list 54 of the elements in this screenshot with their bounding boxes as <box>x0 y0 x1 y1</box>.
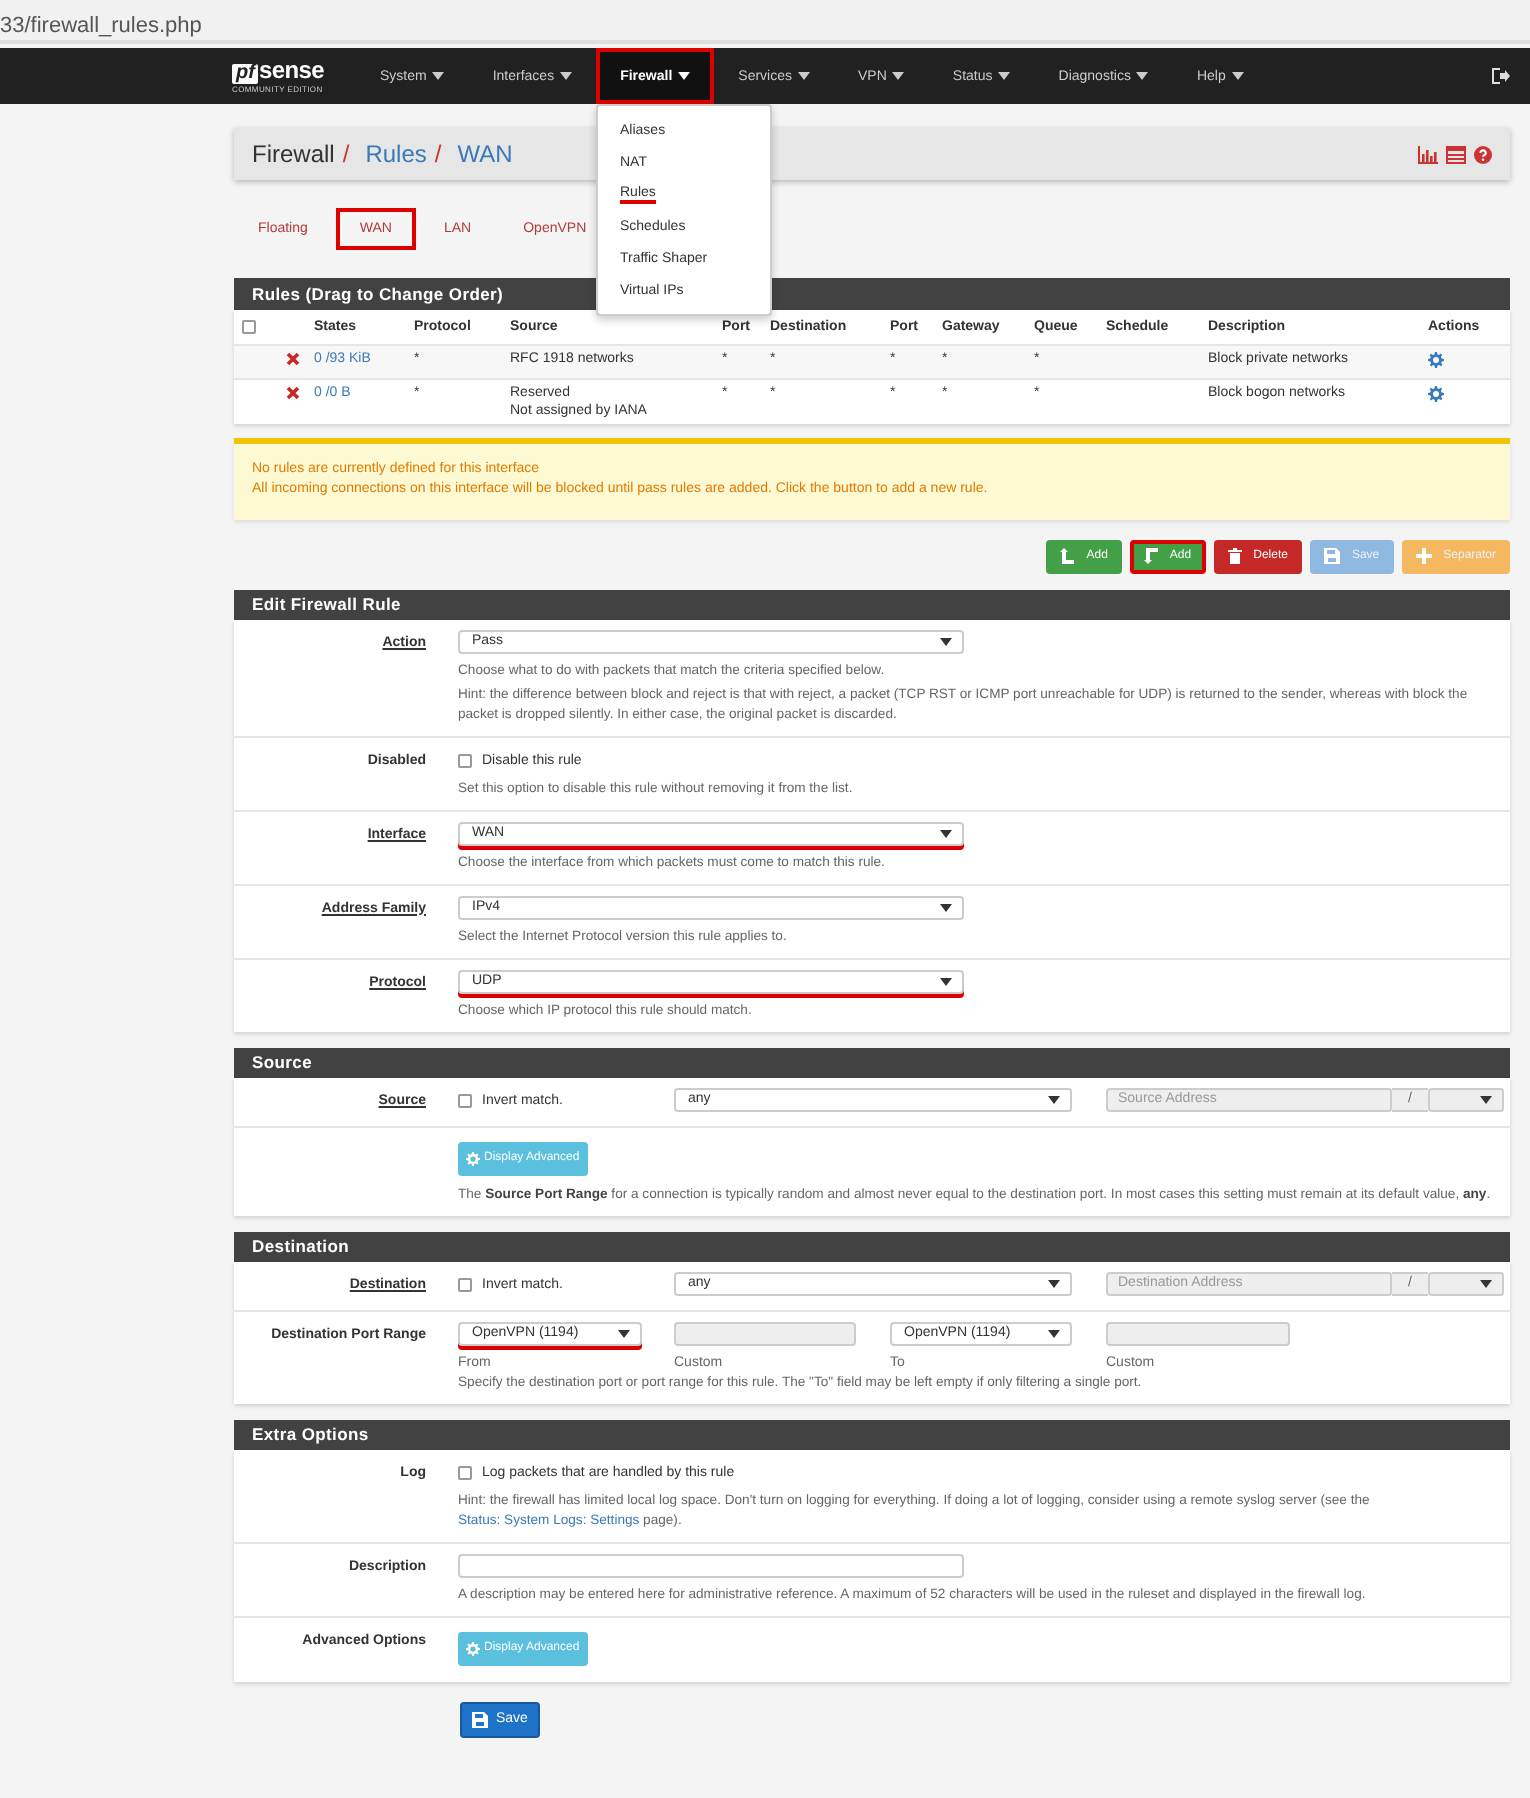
breadcrumb-separator: / <box>342 140 350 168</box>
checkbox[interactable] <box>458 1094 472 1108</box>
custom-port-field[interactable] <box>1106 1321 1290 1345</box>
block-icon <box>286 385 300 399</box>
caret-icon <box>798 72 810 80</box>
caret-icon <box>940 829 952 837</box>
floppy-icon <box>1323 548 1340 564</box>
mask-select[interactable] <box>1428 1087 1504 1111</box>
caret-icon <box>1136 72 1149 80</box>
trash-icon <box>1227 548 1242 564</box>
caret-icon <box>892 72 905 80</box>
caret-icon <box>940 637 952 645</box>
custom-port-field[interactable] <box>674 1321 856 1345</box>
table-icon[interactable] <box>1446 145 1466 163</box>
checkbox[interactable] <box>458 1278 472 1292</box>
logout-icon[interactable] <box>1492 68 1510 84</box>
caret-icon <box>1480 1095 1492 1103</box>
caret-icon <box>560 72 573 80</box>
caret-icon <box>1048 1095 1060 1103</box>
url-text[interactable]: 33/firewall_rules.php <box>0 14 202 38</box>
gear-icon <box>466 1641 480 1655</box>
caret-icon <box>1048 1279 1060 1287</box>
breadcrumb-link[interactable]: WAN <box>457 140 513 168</box>
caret-icon <box>940 903 952 911</box>
mask-select[interactable] <box>1428 1271 1504 1295</box>
floppy-icon <box>472 1711 488 1727</box>
plus-icon <box>1415 548 1432 564</box>
chart-icon[interactable] <box>1418 145 1438 163</box>
caret-icon <box>1231 72 1244 80</box>
gear-icon[interactable] <box>1428 351 1444 367</box>
breadcrumb-text: Firewall <box>252 140 335 168</box>
caret-icon <box>998 72 1011 80</box>
panel-title: Edit Firewall Rule <box>234 589 1510 619</box>
arrow-up-icon <box>1060 548 1075 564</box>
caret-icon <box>1480 1279 1492 1287</box>
caret-icon <box>618 1329 630 1337</box>
gear-icon[interactable] <box>1428 385 1444 401</box>
panel-title: Extra Options <box>234 1419 1510 1449</box>
breadcrumb-link[interactable]: Rules <box>365 140 427 168</box>
caret-icon <box>678 72 691 80</box>
caret-icon <box>940 977 952 985</box>
gear-icon <box>466 1151 480 1165</box>
arrow-down-icon <box>1143 548 1158 564</box>
caret-icon <box>432 72 445 80</box>
checkbox[interactable] <box>458 1466 472 1480</box>
description-field[interactable] <box>458 1553 964 1577</box>
help-icon[interactable] <box>1474 145 1492 163</box>
caret-icon <box>1048 1329 1060 1337</box>
checkbox[interactable] <box>242 319 256 334</box>
panel-title: Source <box>234 1047 1510 1077</box>
block-icon <box>286 351 300 365</box>
checkbox[interactable] <box>458 754 472 768</box>
breadcrumb-separator: / <box>434 140 442 168</box>
panel-title: Destination <box>234 1231 1510 1261</box>
